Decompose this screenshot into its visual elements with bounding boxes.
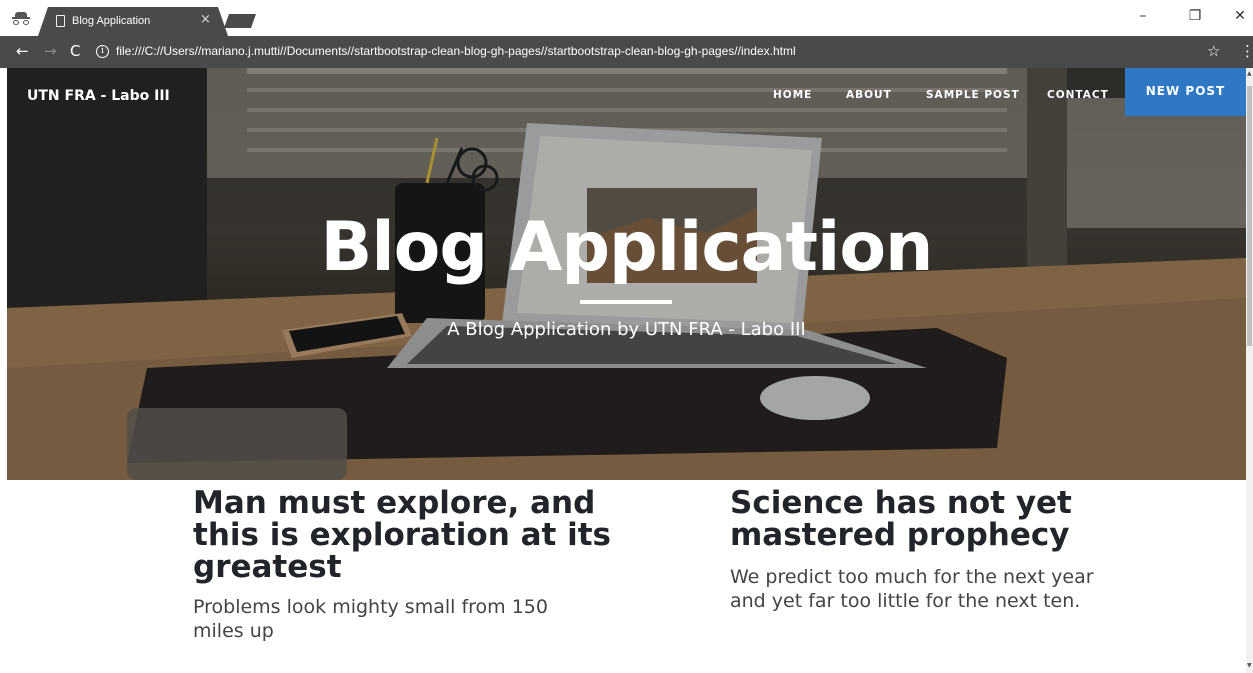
hero-header: UTN FRA - Labo III HOME ABOUT SAMPLE POS… (7, 68, 1246, 480)
browser-tab[interactable]: Blog Application × (38, 7, 228, 36)
bookmark-star-icon[interactable]: ☆ (1207, 42, 1220, 60)
nav-contact[interactable]: CONTACT (1047, 89, 1109, 101)
address-bar[interactable]: file:///C://Users//mariano.j.mutti//Docu… (116, 44, 796, 58)
hero-subtitle: A Blog Application by UTN FRA - Labo III (447, 319, 806, 340)
tab-close-icon[interactable]: × (200, 12, 211, 27)
minimize-button[interactable]: – (1128, 8, 1158, 24)
scrollbar-thumb[interactable] (1247, 86, 1252, 346)
nav-sample-post[interactable]: SAMPLE POST (926, 89, 1020, 101)
scroll-up-icon[interactable]: ▲ (1247, 70, 1252, 77)
incognito-icon (12, 12, 30, 26)
page-viewport: UTN FRA - Labo III HOME ABOUT SAMPLE POS… (7, 68, 1246, 673)
post-title[interactable]: Man must explore, and this is exploratio… (193, 487, 613, 583)
hero-title: Blog Application (320, 208, 934, 287)
brand-logo[interactable]: UTN FRA - Labo III (27, 88, 170, 104)
post-subtitle[interactable]: Problems look mighty small from 150 mile… (193, 595, 603, 643)
scroll-down-icon[interactable]: ▼ (1247, 662, 1252, 669)
forward-button[interactable]: → (44, 42, 57, 60)
page-scrollbar[interactable] (1246, 68, 1253, 673)
tab-title: Blog Application (72, 15, 151, 27)
new-tab-button[interactable] (224, 14, 256, 28)
browser-menu-icon[interactable]: ⋮ (1240, 42, 1253, 60)
post-subtitle[interactable]: We predict too much for the next year an… (730, 565, 1130, 613)
browser-toolbar: ← → C i file:///C://Users//mariano.j.mut… (0, 36, 1253, 68)
maximize-button[interactable]: ❐ (1180, 8, 1210, 24)
back-button[interactable]: ← (16, 42, 29, 60)
post-title[interactable]: Science has not yet mastered prophecy (730, 487, 1130, 551)
nav-home[interactable]: HOME (773, 89, 812, 101)
nav-about[interactable]: ABOUT (846, 89, 892, 101)
page-icon (56, 15, 65, 27)
close-window-button[interactable]: ✕ (1225, 8, 1253, 24)
browser-titlebar: Blog Application × – ❐ ✕ (0, 0, 1253, 36)
new-post-button[interactable]: NEW POST (1125, 68, 1246, 116)
info-icon[interactable]: i (96, 45, 109, 58)
hero-divider (580, 300, 672, 304)
reload-button[interactable]: C (70, 42, 80, 60)
